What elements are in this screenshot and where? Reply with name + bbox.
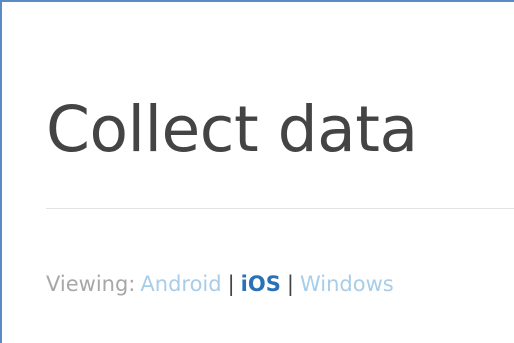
separator: | — [227, 272, 235, 296]
platform-link-android[interactable]: Android — [140, 272, 221, 296]
page-title: Collect data — [46, 93, 418, 166]
separator: | — [286, 272, 294, 296]
content-frame: Collect data Viewing: Android | iOS | Windows — [0, 0, 514, 343]
title-divider — [46, 208, 514, 209]
platform-link-ios[interactable]: iOS — [241, 272, 281, 296]
viewing-label: Viewing: — [46, 272, 136, 296]
platform-link-windows[interactable]: Windows — [300, 272, 394, 296]
platform-selector: Viewing: Android | iOS | Windows — [46, 268, 394, 300]
